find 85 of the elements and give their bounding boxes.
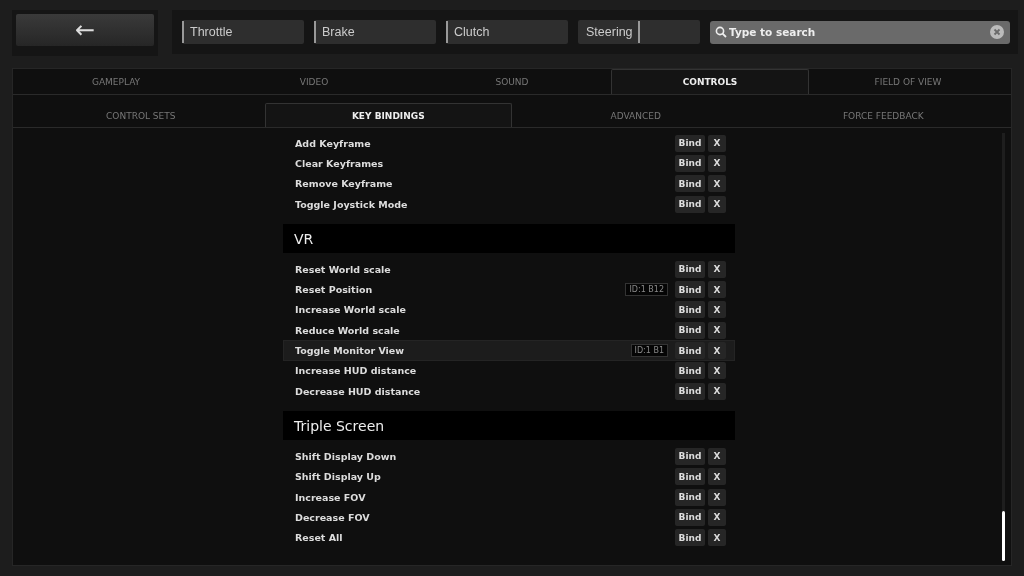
action-label: Shift Display Down	[295, 450, 398, 462]
clear-button[interactable]: X	[708, 134, 726, 152]
action-label: Reset All	[295, 532, 344, 544]
bind-button[interactable]: Bind	[675, 529, 705, 547]
axis-meter: Clutch	[446, 20, 568, 44]
clear-button[interactable]: X	[708, 301, 726, 319]
clear-button[interactable]: X	[708, 468, 726, 486]
action-label: Reset World scale	[295, 263, 392, 275]
search-icon	[715, 26, 727, 38]
bind-button[interactable]: Bind	[675, 260, 705, 278]
binding-row[interactable]: Increase World scale Bind X	[283, 299, 735, 321]
binding-row[interactable]: Reset World scale Bind X	[283, 259, 735, 280]
bind-button[interactable]: Bind	[675, 508, 705, 526]
action-label: Decrease FOV	[295, 511, 371, 523]
binding-row[interactable]: Reset Position ID:1 B12 Bind X	[283, 279, 735, 300]
binding-row[interactable]: Reset All Bind X	[283, 527, 735, 548]
binding-row[interactable]: Shift Display Down Bind X	[283, 446, 735, 467]
tab[interactable]: CONTROL SETS	[17, 103, 265, 127]
binding-row[interactable]: Decrease FOV Bind X	[283, 507, 735, 528]
action-label: Shift Display Up	[295, 471, 382, 483]
action-label: Decrease HUD distance	[295, 385, 422, 397]
action-label: Increase World scale	[295, 304, 407, 316]
binding-row[interactable]: Toggle Joystick Mode Bind X	[283, 193, 735, 215]
action-label: Reset Position	[295, 284, 374, 296]
clear-icon[interactable]	[990, 25, 1004, 39]
bind-button[interactable]: Bind	[675, 175, 705, 193]
action-label: Add Keyframe	[295, 137, 372, 149]
tab[interactable]: GAMEPLAY	[17, 69, 215, 94]
bind-button[interactable]: Bind	[675, 321, 705, 339]
bind-button[interactable]: Bind	[675, 134, 705, 152]
clear-button[interactable]: X	[708, 175, 726, 193]
bind-button[interactable]: Bind	[675, 301, 705, 319]
clear-button[interactable]: X	[708, 508, 726, 526]
binding-row[interactable]: Increase HUD distance Bind X	[283, 360, 735, 381]
section-title: Triple Screen	[294, 417, 385, 434]
clear-button[interactable]: X	[708, 529, 726, 547]
axis-meter: Brake	[314, 20, 436, 44]
bind-button[interactable]: Bind	[675, 195, 705, 213]
axis-meter: Throttle	[182, 20, 304, 44]
binding-row[interactable]: Clear Keyframes Bind X	[283, 153, 735, 174]
tab[interactable]: CONTROLS	[611, 69, 809, 94]
action-label: Toggle Monitor View	[295, 345, 406, 356]
binding-row[interactable]: Toggle Monitor View ID:1 B1 Bind X	[283, 340, 735, 361]
action-label: Reduce World scale	[295, 324, 401, 336]
axis-meter: Steering	[578, 20, 700, 44]
action-label: Remove Keyframe	[295, 178, 394, 190]
bind-button[interactable]: Bind	[675, 382, 705, 400]
tab[interactable]: VIDEO	[215, 69, 413, 94]
tab[interactable]: SOUND	[413, 69, 611, 94]
bind-button[interactable]: Bind	[675, 468, 705, 486]
binding-row[interactable]: Decrease HUD distance Bind X	[283, 380, 735, 402]
clear-button[interactable]: X	[708, 382, 726, 400]
binding-row[interactable]: Add Keyframe Bind X	[283, 133, 735, 154]
tab[interactable]: ADVANCED	[512, 103, 760, 127]
tab[interactable]: FIELD OF VIEW	[809, 69, 1007, 94]
action-label: Toggle Joystick Mode	[295, 198, 409, 210]
bind-button[interactable]: Bind	[675, 342, 705, 359]
bind-button[interactable]: Bind	[675, 488, 705, 506]
section-title: VR	[294, 230, 314, 247]
clear-button[interactable]: X	[708, 447, 726, 465]
tab[interactable]: FORCE FEEDBACK	[759, 103, 1007, 127]
bind-button[interactable]: Bind	[675, 362, 705, 380]
clear-button[interactable]: X	[708, 488, 726, 506]
binding-tag: ID:1 B12	[625, 283, 668, 297]
action-label: Clear Keyframes	[295, 157, 385, 169]
action-label: Increase FOV	[295, 491, 367, 503]
tab[interactable]: KEY BINDINGS	[264, 103, 512, 127]
clear-button[interactable]: X	[708, 342, 726, 359]
binding-row[interactable]: Shift Display Up Bind X	[283, 466, 735, 487]
clear-button[interactable]: X	[708, 154, 726, 172]
binding-row[interactable]: Remove Keyframe Bind X	[283, 173, 735, 194]
action-label: Increase HUD distance	[295, 365, 418, 377]
clear-button[interactable]: X	[708, 362, 726, 380]
clear-button[interactable]: X	[708, 321, 726, 339]
binding-tag: ID:1 B1	[630, 344, 668, 357]
bind-button[interactable]: Bind	[675, 447, 705, 465]
back-button[interactable]: ←	[16, 14, 154, 46]
search-field[interactable]: Type to search	[710, 20, 1010, 44]
clear-button[interactable]: X	[708, 195, 726, 213]
binding-row[interactable]: Reduce World scale Bind X	[283, 320, 735, 341]
clear-button[interactable]: X	[708, 260, 726, 278]
binding-row[interactable]: Increase FOV Bind X	[283, 486, 735, 508]
bind-button[interactable]: Bind	[675, 154, 705, 172]
clear-button[interactable]: X	[708, 281, 726, 299]
bind-button[interactable]: Bind	[675, 281, 705, 299]
